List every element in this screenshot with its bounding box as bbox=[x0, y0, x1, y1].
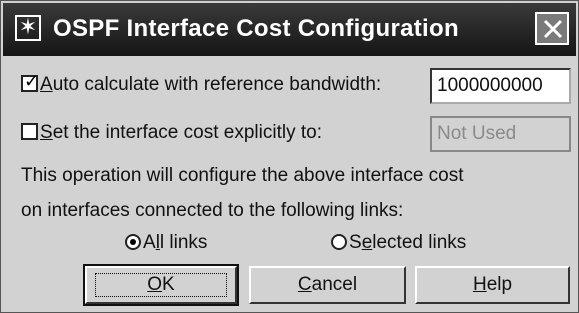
cancel-label: ancel bbox=[311, 274, 358, 295]
explicit-cost-option[interactable]: Set the interface cost explicitly to: bbox=[21, 121, 322, 145]
explicit-cost-input[interactable]: Not Used bbox=[430, 116, 571, 152]
all-links-option[interactable]: All links bbox=[125, 231, 207, 255]
selected-links-label-prefix: S bbox=[349, 232, 362, 253]
selected-links-radio[interactable] bbox=[331, 234, 347, 250]
all-links-radio[interactable] bbox=[125, 234, 141, 250]
selected-links-mnemonic: e bbox=[361, 232, 373, 253]
radio-dot-icon bbox=[130, 239, 136, 245]
auto-calculate-mnemonic: A bbox=[40, 74, 53, 95]
explicit-cost-mnemonic: S bbox=[40, 122, 53, 143]
selected-links-label: lected links bbox=[372, 232, 467, 253]
auto-calculate-label: uto calculate with reference bandwidth: bbox=[52, 74, 382, 95]
explicit-cost-checkbox[interactable] bbox=[21, 123, 38, 140]
dialog-title: OSPF Interface Cost Configuration bbox=[53, 15, 459, 42]
title-bar[interactable]: ✶ OSPF Interface Cost Configuration bbox=[3, 3, 576, 56]
info-line-1: This operation will configure the above … bbox=[21, 165, 464, 186]
star-icon: ✶ bbox=[15, 15, 41, 41]
ok-button[interactable]: OK bbox=[83, 264, 239, 306]
all-links-label: l links bbox=[159, 232, 208, 253]
ok-mnemonic: O bbox=[147, 274, 163, 295]
info-line-2: on interfaces connected to the following… bbox=[21, 200, 404, 221]
cancel-mnemonic: C bbox=[297, 274, 312, 295]
cancel-button[interactable]: Cancel bbox=[249, 266, 406, 304]
close-button[interactable] bbox=[535, 12, 569, 45]
reference-bandwidth-input[interactable]: 1000000000 bbox=[430, 68, 571, 104]
auto-calculate-checkbox[interactable]: ✓ bbox=[21, 71, 40, 92]
ospf-dialog: ✶ OSPF Interface Cost Configuration ✓ Aut… bbox=[0, 0, 579, 313]
selected-links-option[interactable]: Selected links bbox=[331, 231, 466, 255]
all-links-label-prefix: A bbox=[143, 232, 156, 253]
help-mnemonic: H bbox=[472, 274, 487, 295]
explicit-cost-label: et the interface cost explicitly to: bbox=[52, 122, 322, 143]
help-label: elp bbox=[486, 274, 513, 295]
ok-label: K bbox=[162, 274, 175, 295]
help-button[interactable]: Help bbox=[415, 266, 570, 304]
checkmark-icon: ✓ bbox=[24, 71, 40, 92]
close-icon bbox=[543, 19, 563, 39]
auto-calculate-option[interactable]: ✓ Auto calculate with reference bandwidth… bbox=[21, 71, 382, 97]
